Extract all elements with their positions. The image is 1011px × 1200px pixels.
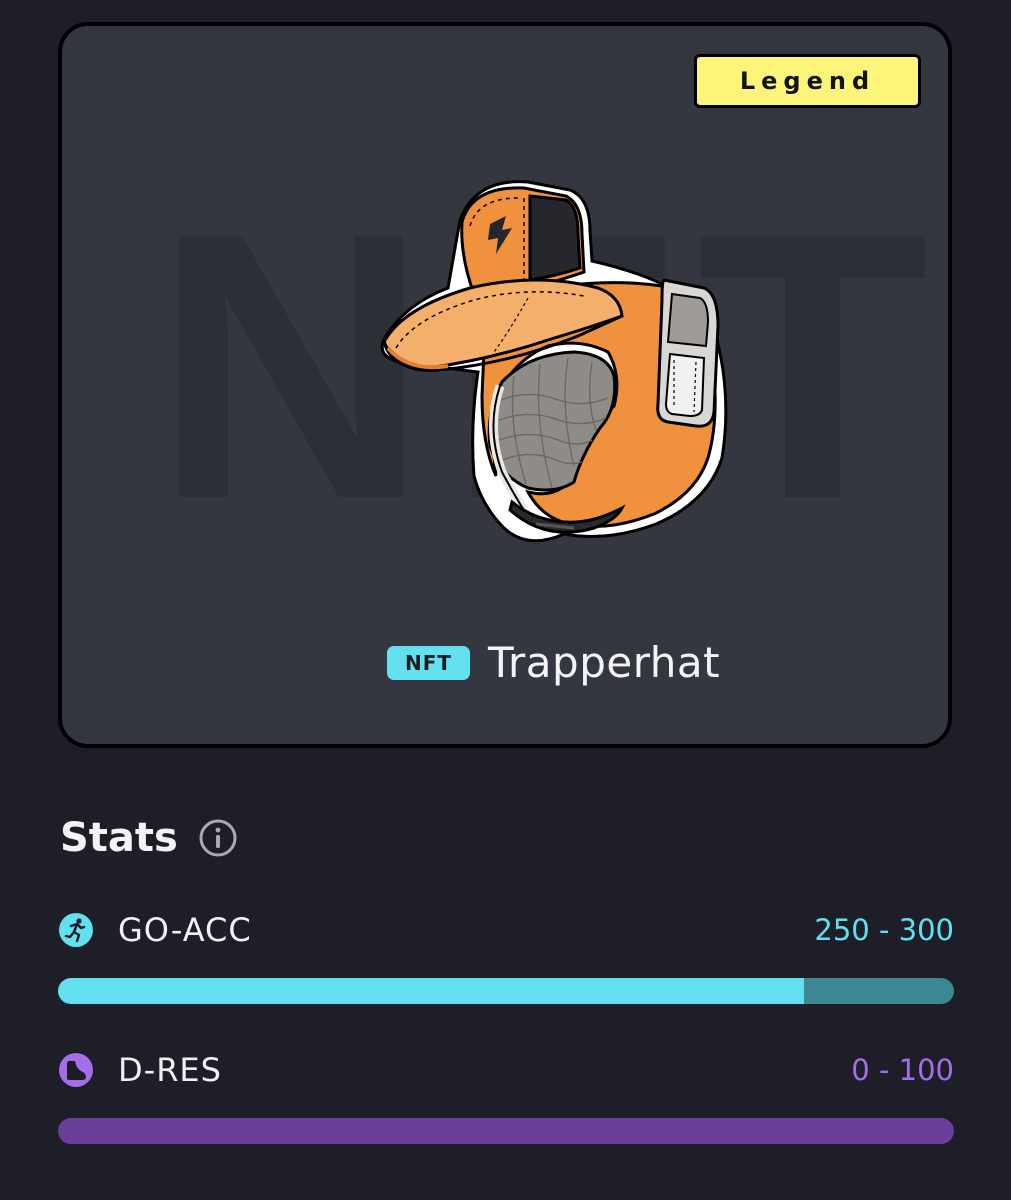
running-person-icon: [59, 913, 93, 947]
stat-name: D-RES: [118, 1051, 222, 1089]
item-name: Trapperhat: [488, 638, 721, 687]
stat-bar-fill: [58, 978, 805, 1004]
stat-bar-track: [58, 978, 954, 1004]
nft-tag: NFT: [387, 645, 471, 680]
nft-item-detail-page: NFT Legend: [0, 0, 1011, 1200]
rarity-badge: Legend: [694, 54, 921, 108]
stat-d-res: D-RES 0 - 100: [58, 1048, 954, 1144]
stat-range: 250 - 300: [814, 913, 954, 947]
item-title-row: NFT Trapperhat: [387, 638, 720, 687]
info-icon[interactable]: [198, 818, 238, 858]
stat-go-acc: GO-ACC 250 - 300: [58, 908, 954, 1004]
stats-header: Stats: [60, 815, 238, 861]
shoe-icon: [59, 1053, 93, 1087]
stat-bar-track: [58, 1118, 954, 1144]
item-card: NFT Legend: [58, 22, 952, 748]
stats-title: Stats: [60, 815, 178, 861]
stat-name: GO-ACC: [118, 911, 252, 949]
trapper-hat-image: [380, 180, 728, 543]
stat-range: 0 - 100: [851, 1053, 954, 1087]
